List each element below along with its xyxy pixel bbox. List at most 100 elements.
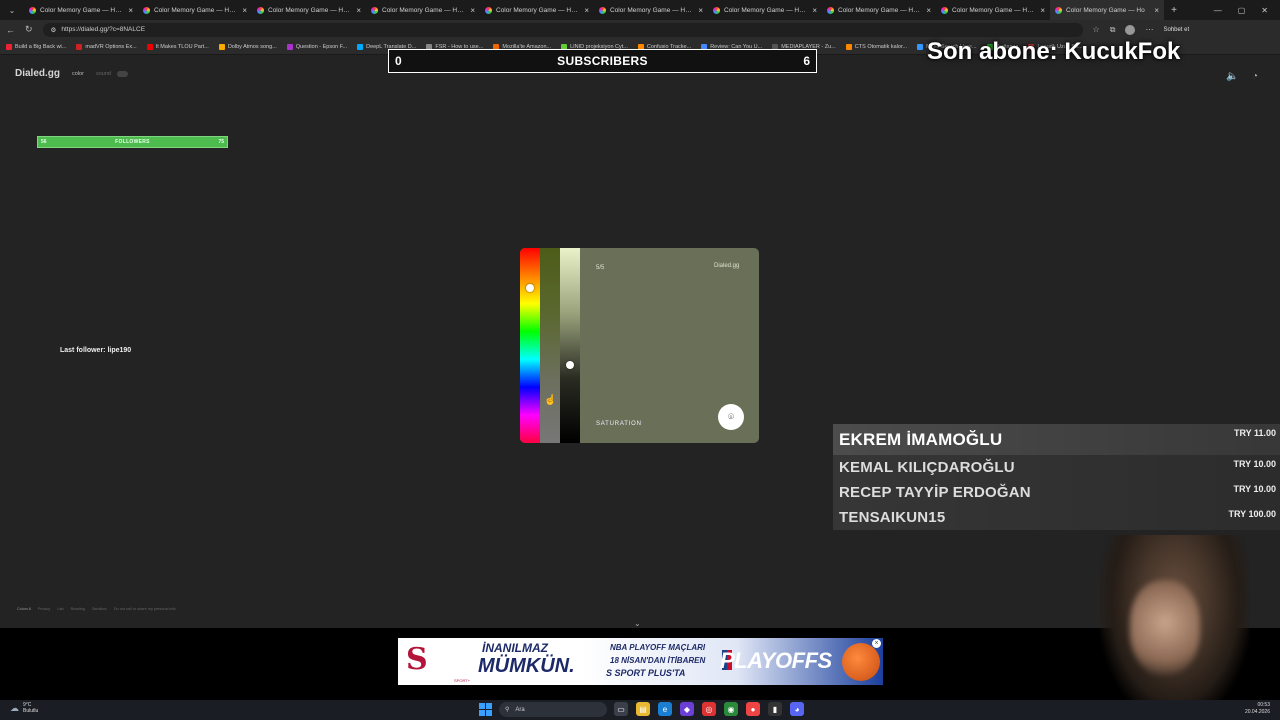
copilot-chat-button[interactable]: Sohbet et bbox=[1163, 27, 1189, 33]
bookmark-favicon-icon bbox=[917, 43, 924, 50]
footer-link[interactable]: Reading bbox=[71, 607, 85, 611]
donation-amount: TRY 10.00 bbox=[1233, 484, 1276, 494]
chevron-down-icon[interactable]: ⌄ bbox=[634, 619, 641, 628]
sound-toggle[interactable] bbox=[117, 71, 128, 77]
nav-sound-link[interactable]: sound bbox=[96, 71, 111, 77]
edge-icon[interactable]: e bbox=[658, 702, 672, 716]
footer-link[interactable]: Colorv.6 bbox=[17, 607, 31, 611]
minimize-icon[interactable]: — bbox=[1214, 6, 1222, 15]
donations-list: EKREM İMAMOĞLU TRY 11.00 KEMAL KILIÇDARO… bbox=[833, 424, 1280, 530]
chrome-icon[interactable]: ● bbox=[746, 702, 760, 716]
browser-tab[interactable]: Color Memory Game — How W × bbox=[708, 0, 822, 20]
file-explorer-icon[interactable]: ▤ bbox=[636, 702, 650, 716]
browser-tab[interactable]: Color Memory Game — How W × bbox=[252, 0, 366, 20]
tab-title: Color Memory Game — How W bbox=[154, 6, 239, 14]
bookmark-item[interactable]: It Makes TLOU Part... bbox=[146, 43, 209, 50]
subs-current: 0 bbox=[395, 54, 402, 68]
cloud-icon: ☁ bbox=[10, 702, 19, 713]
bookmark-item[interactable]: Dolby Atmos song... bbox=[218, 43, 277, 50]
xbox-icon[interactable]: ◉ bbox=[724, 702, 738, 716]
star-icon[interactable]: ☆ bbox=[1093, 25, 1100, 34]
site-logo[interactable]: Dialed.gg bbox=[15, 68, 60, 79]
basketball-icon bbox=[842, 643, 880, 681]
app-red-icon[interactable]: ◎ bbox=[702, 702, 716, 716]
browser-tab[interactable]: Color Memory Game — How W × bbox=[138, 0, 252, 20]
ad-close-icon[interactable]: × bbox=[872, 639, 881, 648]
taskbar-search[interactable]: ⚲ Ara bbox=[499, 702, 607, 717]
url-field[interactable]: ⚙ https://dialed.gg/?c=8NALCE bbox=[42, 22, 1083, 37]
lightness-slider[interactable] bbox=[560, 248, 580, 443]
system-clock[interactable]: 00:53 20.04.2026 bbox=[1245, 702, 1270, 716]
browser-tab[interactable]: Color Memory Game — How W × bbox=[936, 0, 1050, 20]
tab-title: Color Memory Game — How W bbox=[40, 6, 125, 14]
windows-taskbar: ☁ 9°C Bulutlu ⚲ Ara ▭ ▤ e ◆ ◎ ◉ ● ▮ ◕ 00… bbox=[0, 700, 1280, 720]
s-sport-logo: S bbox=[406, 642, 428, 677]
ad-nba-line-3: S SPORT PLUS'TA bbox=[606, 668, 686, 678]
discord-icon[interactable]: ◕ bbox=[790, 702, 804, 716]
tab-close-icon[interactable]: × bbox=[242, 6, 247, 15]
tab-favicon-icon bbox=[827, 6, 834, 14]
menu-icon[interactable]: ⋯ bbox=[1145, 25, 1153, 34]
close-window-icon[interactable]: ✕ bbox=[1261, 6, 1268, 15]
footer-link[interactable]: Sandbox bbox=[92, 607, 107, 611]
lightness-slider-knob[interactable] bbox=[566, 361, 574, 369]
new-tab-icon[interactable]: + bbox=[1164, 5, 1184, 16]
weather-widget[interactable]: ☁ 9°C Bulutlu bbox=[10, 702, 38, 714]
clock-date: 20.04.2026 bbox=[1244, 709, 1270, 715]
donor-name: RECEP TAYYİP ERDOĞAN bbox=[839, 484, 1031, 501]
windows-start-icon[interactable] bbox=[479, 703, 492, 716]
address-bar: ← ↻ ⚙ https://dialed.gg/?c=8NALCE ☆ ⧉ ⋯ … bbox=[0, 20, 1280, 39]
theme-icon[interactable]: ◔ bbox=[1252, 71, 1258, 82]
browser-tab[interactable]: Color Memory Game — How W × bbox=[24, 0, 138, 20]
screen: ⌄ Color Memory Game — How W × Color Memor… bbox=[0, 0, 1280, 720]
footer-link[interactable]: Do not sell or share my personal info bbox=[114, 607, 176, 611]
tab-favicon-icon bbox=[29, 6, 36, 14]
browser-tab[interactable]: Color Memory Game — How W × bbox=[480, 0, 594, 20]
tab-close-icon[interactable]: × bbox=[470, 6, 475, 15]
hue-slider[interactable] bbox=[520, 248, 540, 443]
nav-color-link[interactable]: color bbox=[72, 71, 84, 77]
streamer-face bbox=[1130, 580, 1200, 675]
tab-close-icon[interactable]: × bbox=[584, 6, 589, 15]
bookmark-label: Dolby Atmos song... bbox=[227, 43, 277, 50]
tab-close-icon[interactable]: × bbox=[128, 6, 133, 15]
tab-search-icon[interactable]: ⌄ bbox=[0, 0, 24, 20]
extensions-icon[interactable]: ⧉ bbox=[1110, 25, 1116, 35]
ad-banner[interactable]: S SPORT+ İNANILMAZ MÜMKÜN. NBA PLAYOFF M… bbox=[398, 638, 883, 685]
volume-icon[interactable]: 🔈 bbox=[1226, 71, 1238, 82]
tab-close-icon[interactable]: × bbox=[926, 6, 931, 15]
subs-label: SUBSCRIBERS bbox=[557, 54, 648, 68]
tab-close-icon[interactable]: × bbox=[1040, 6, 1045, 15]
tab-close-icon[interactable]: × bbox=[698, 6, 703, 15]
tab-title: Color Memory Game — How W bbox=[952, 6, 1037, 14]
bookmark-favicon-icon bbox=[845, 43, 852, 50]
donation-amount: TRY 11.00 bbox=[1233, 428, 1276, 438]
hue-slider-knob[interactable] bbox=[526, 284, 534, 292]
reload-icon[interactable]: ↻ bbox=[25, 24, 33, 35]
site-info-icon[interactable]: ⚙ bbox=[51, 26, 57, 34]
bookmark-item[interactable]: Build a Big Back wi... bbox=[6, 43, 66, 50]
submit-button[interactable]: ⌾ bbox=[718, 404, 744, 430]
tab-favicon-icon bbox=[599, 6, 606, 14]
ad-nba-line-2: 18 NİSAN'DAN İTİBAREN bbox=[610, 656, 706, 665]
profile-avatar[interactable] bbox=[1125, 24, 1136, 35]
bookmark-item[interactable]: madVR Options Ex... bbox=[76, 43, 137, 50]
vs-icon[interactable]: ◆ bbox=[680, 702, 694, 716]
tab-close-icon[interactable]: × bbox=[812, 6, 817, 15]
browser-tab-active[interactable]: Color Memory Game — Ho × bbox=[1050, 0, 1164, 20]
task-view-icon[interactable]: ▭ bbox=[614, 702, 628, 716]
browser-tab[interactable]: Color Memory Game — How W × bbox=[366, 0, 480, 20]
footer-link[interactable]: Lab bbox=[57, 607, 63, 611]
back-icon[interactable]: ← bbox=[6, 25, 15, 35]
bookmark-item[interactable]: CTS Otomatik kalor... bbox=[845, 43, 907, 50]
browser-tab[interactable]: Color Memory Game — How W × bbox=[594, 0, 708, 20]
terminal-icon[interactable]: ▮ bbox=[768, 702, 782, 716]
footer-link[interactable]: Privacy bbox=[38, 607, 50, 611]
maximize-icon[interactable]: ▢ bbox=[1238, 6, 1246, 15]
browser-tab[interactable]: Color Memory Game — How W × bbox=[822, 0, 936, 20]
tab-title: Color Memory Game — How W bbox=[610, 6, 695, 14]
saturation-slider[interactable] bbox=[540, 248, 560, 443]
tab-close-icon[interactable]: × bbox=[356, 6, 361, 15]
tab-close-icon[interactable]: × bbox=[1154, 6, 1159, 15]
bookmark-item[interactable]: Question - Epson F... bbox=[286, 43, 347, 50]
